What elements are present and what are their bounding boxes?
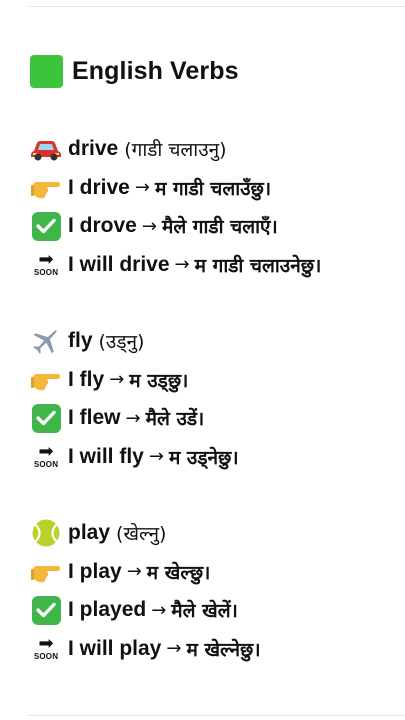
- bottom-divider: [28, 715, 405, 716]
- verb-word: play: [68, 521, 111, 545]
- future-nepali: म खेल्नेछु।: [186, 638, 261, 661]
- verb-gloss: (खेल्नु): [116, 523, 167, 546]
- present-english: I play: [68, 559, 122, 583]
- arrow: →: [148, 446, 164, 468]
- verb-heading: drive (गाडी चलाउनु): [30, 130, 405, 169]
- pointing-hand-icon: [30, 364, 62, 396]
- verb-section-fly: fly (उड्नु) I fly → म उड्छु। I flew → मै…: [30, 322, 405, 476]
- arrow: →: [125, 407, 141, 429]
- check-mark-icon: [30, 594, 62, 626]
- verb-word: drive: [68, 137, 119, 161]
- car-icon: [30, 133, 62, 165]
- green-square-icon: [30, 54, 63, 88]
- past-nepali: मैले उडें।: [145, 408, 205, 431]
- verb-heading: fly (उड्नु): [30, 322, 405, 361]
- present-nepali: म उड्छु।: [129, 369, 189, 392]
- verb-section-drive: drive (गाडी चलाउनु) I drive → म गाडी चला…: [30, 130, 405, 284]
- arrow: →: [126, 561, 142, 583]
- verb-gloss: (गाडी चलाउनु): [124, 139, 227, 162]
- present-nepali: म गाडी चलाउँछु।: [154, 177, 272, 200]
- future-english: I will drive: [68, 252, 170, 276]
- past-nepali: मैले गाडी चलाएँ।: [161, 216, 278, 239]
- airplane-icon: [30, 325, 62, 357]
- title-text: English Verbs: [72, 56, 239, 85]
- arrow: →: [109, 369, 125, 391]
- present-english: I drive: [68, 175, 130, 199]
- soon-arrow-icon: ➡ SOON: [33, 249, 59, 278]
- future-english: I will fly: [68, 444, 144, 468]
- past-english: I played: [68, 598, 147, 622]
- verb-heading: play (खेल्नु): [30, 514, 405, 553]
- past-english: I drove: [68, 214, 137, 238]
- past-line: I flew → मैले उडें।: [30, 399, 405, 438]
- present-english: I fly: [68, 367, 105, 391]
- tennis-ball-icon: [30, 517, 62, 549]
- arrow: →: [166, 638, 182, 660]
- present-line: I play → म खेल्छु।: [30, 553, 405, 592]
- top-divider: [28, 6, 405, 7]
- future-english: I will play: [68, 636, 162, 660]
- past-line: I played → मैले खेलें।: [30, 591, 405, 630]
- past-line: I drove → मैले गाडी चलाएँ।: [30, 207, 405, 246]
- future-nepali: म उड्नेछु।: [168, 446, 239, 469]
- present-nepali: म खेल्छु।: [146, 561, 211, 584]
- pointing-hand-icon: [30, 556, 62, 588]
- check-mark-icon: [30, 210, 62, 242]
- soon-arrow-icon: ➡ SOON: [33, 441, 59, 470]
- page-title: English Verbs: [30, 53, 239, 89]
- present-line: I drive → म गाडी चलाउँछु।: [30, 169, 405, 208]
- future-line: ➡ SOON I will play → म खेल्नेछु।: [30, 630, 405, 669]
- present-line: I fly → म उड्छु।: [30, 361, 405, 400]
- pointing-hand-icon: [30, 172, 62, 204]
- arrow: →: [174, 254, 190, 276]
- arrow: →: [141, 215, 157, 237]
- arrow: →: [151, 599, 167, 621]
- future-nepali: म गाडी चलाउनेछु।: [194, 254, 322, 277]
- verb-section-play: play (खेल्नु) I play → म खेल्छु। I playe…: [30, 514, 405, 668]
- verb-word: fly: [68, 329, 93, 353]
- check-mark-icon: [30, 402, 62, 434]
- future-line: ➡ SOON I will drive → म गाडी चलाउनेछु।: [30, 246, 405, 285]
- past-english: I flew: [68, 406, 121, 430]
- verb-gloss: (उड्नु): [98, 331, 145, 354]
- arrow: →: [134, 177, 150, 199]
- soon-arrow-icon: ➡ SOON: [33, 633, 59, 662]
- future-line: ➡ SOON I will fly → म उड्नेछु।: [30, 438, 405, 477]
- past-nepali: मैले खेलें।: [171, 600, 238, 623]
